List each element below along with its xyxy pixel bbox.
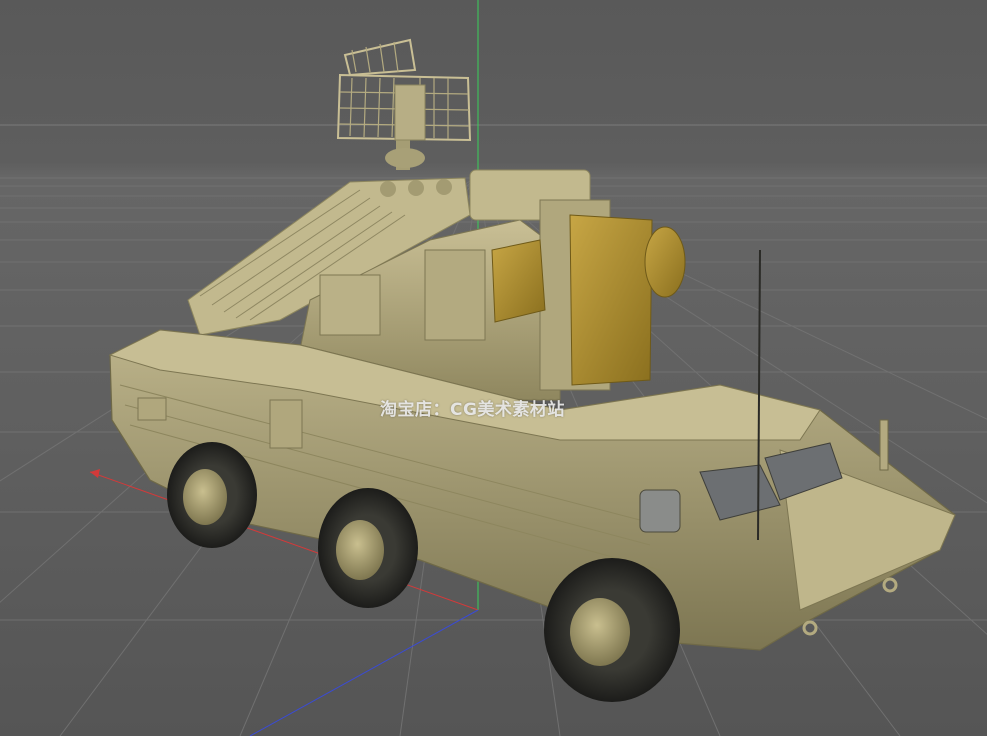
wheel-middle <box>318 488 418 608</box>
viewport-scene[interactable] <box>0 0 987 736</box>
wheel-front <box>544 558 680 702</box>
x-axis-arrow <box>90 469 100 478</box>
radar-antenna <box>336 38 472 170</box>
tow-hook <box>882 577 898 593</box>
wheel-rear <box>167 442 257 548</box>
z-axis-line <box>249 609 479 736</box>
watermark-text: 淘宝店：CG美术素材站 <box>380 400 565 420</box>
3d-viewport[interactable]: 淘宝店：CG美术素材站 <box>0 0 987 736</box>
tow-hook <box>802 620 818 636</box>
side-mirror <box>879 419 889 471</box>
vehicle-model[interactable] <box>108 38 956 702</box>
